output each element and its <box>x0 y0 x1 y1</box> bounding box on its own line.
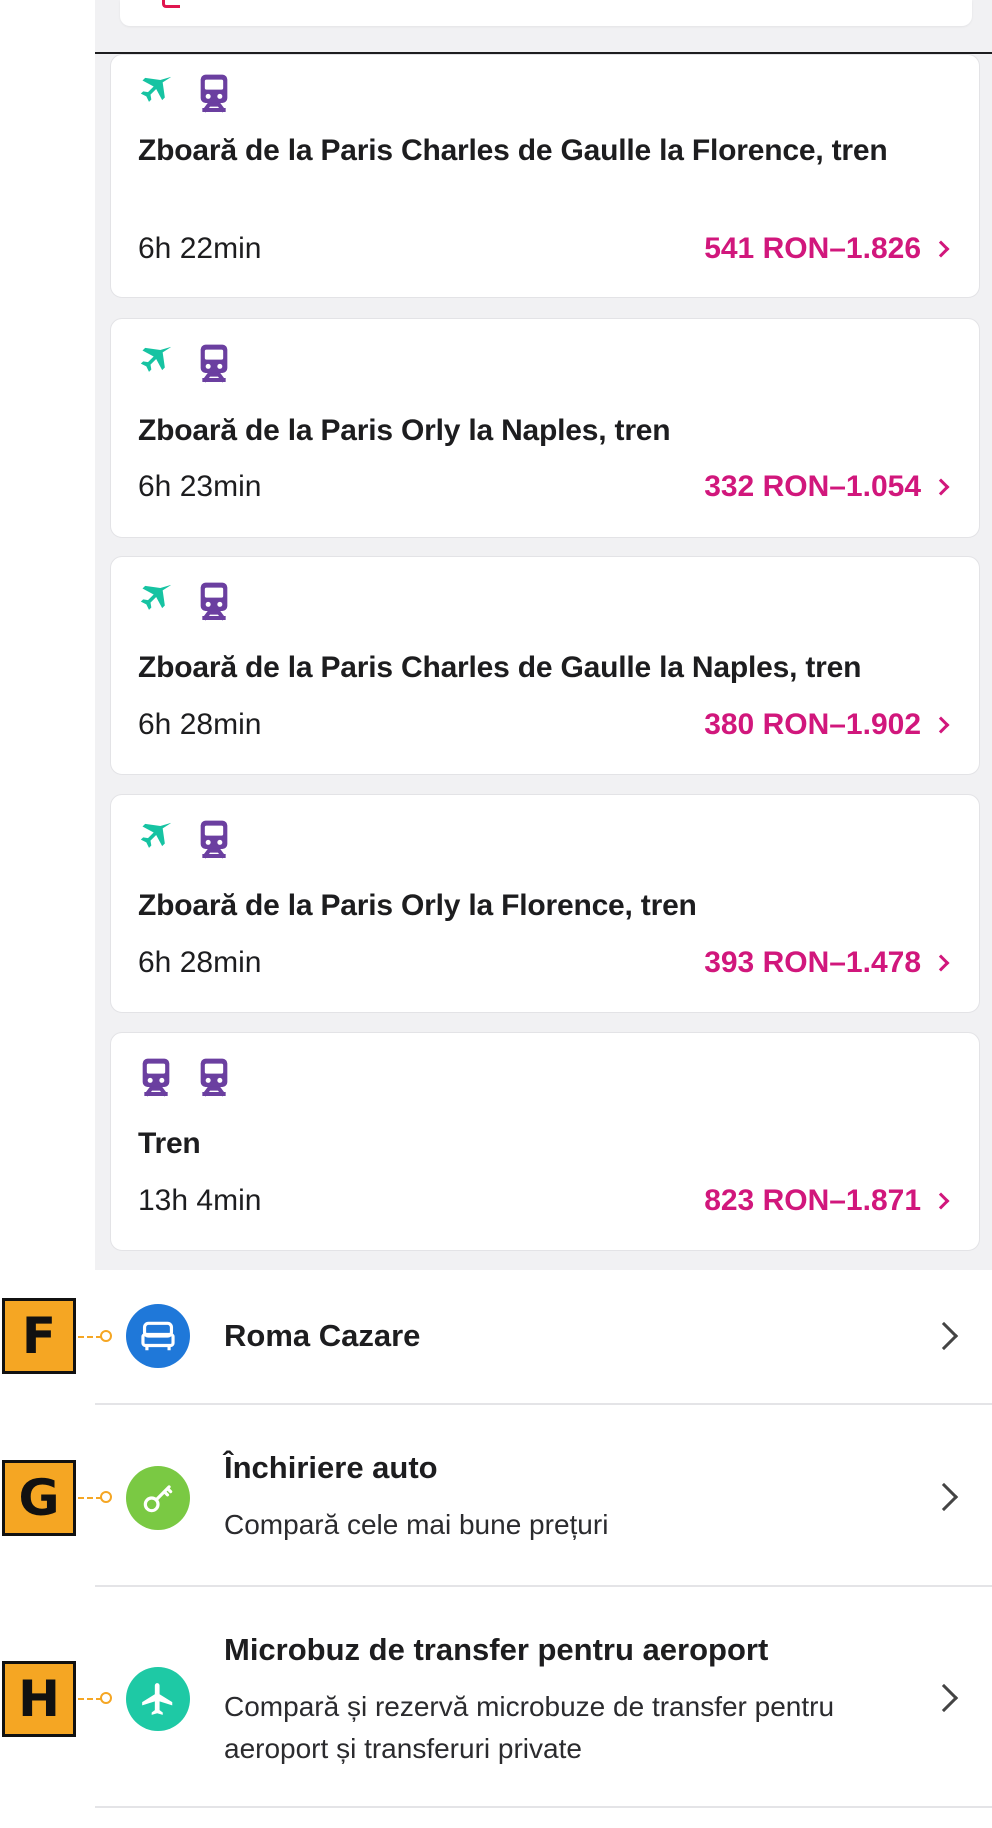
plane-icon <box>136 817 176 866</box>
row-divider <box>95 1806 992 1808</box>
route-duration: 6h 22min <box>138 232 262 265</box>
annotation-badge-f: F <box>2 1298 76 1374</box>
chevron-right-icon <box>932 716 950 734</box>
price-range: 541 RON–1.826 <box>704 232 921 265</box>
route-title: Zboară de la Paris Orly la Naples, tren <box>138 414 671 447</box>
train-icon <box>194 1055 234 1104</box>
chevron-right-icon <box>932 478 950 496</box>
annotation-dot <box>100 1491 112 1503</box>
route-card[interactable]: Zboară de la Paris Orly la Florence, tre… <box>110 794 980 1013</box>
price-range: 393 RON–1.478 <box>704 946 921 979</box>
service-title: Microbuz de transfer pentru aeroport <box>224 1632 769 1667</box>
service-title: Închiriere auto <box>224 1450 438 1485</box>
route-duration: 13h 4min <box>138 1184 262 1217</box>
route-price[interactable]: 823 RON–1.871 <box>704 1183 950 1219</box>
route-title: Zboară de la Paris Charles de Gaulle la … <box>138 134 888 167</box>
annotation-connector <box>78 1497 102 1499</box>
service-title: Roma Cazare <box>224 1318 421 1353</box>
key-icon <box>126 1466 190 1530</box>
annotation-connector <box>78 1698 102 1700</box>
train-icon <box>136 1055 176 1104</box>
price-range: 332 RON–1.054 <box>704 470 921 503</box>
train-icon <box>194 579 234 628</box>
route-duration: 6h 23min <box>138 470 262 503</box>
chevron-right-icon <box>932 1192 950 1210</box>
annotation-connector <box>78 1336 102 1338</box>
annotation-badge-g: G <box>2 1460 76 1536</box>
route-price[interactable]: 380 RON–1.902 <box>704 707 950 743</box>
service-subtitle: Compară și rezervă microbuze de transfer… <box>224 1691 835 1764</box>
route-duration: 6h 28min <box>138 708 262 741</box>
previous-card-bottom[interactable] <box>120 0 972 26</box>
route-duration: 6h 28min <box>138 946 262 979</box>
route-title: Zboară de la Paris Orly la Florence, tre… <box>138 889 697 922</box>
route-mode-icons <box>136 341 234 390</box>
bed-icon <box>126 1304 190 1368</box>
plane-icon <box>136 341 176 390</box>
route-card[interactable]: Zboară de la Paris Charles de Gaulle la … <box>110 556 980 775</box>
route-card[interactable]: Tren 13h 4min 823 RON–1.871 <box>110 1032 980 1251</box>
plane-icon <box>126 1667 190 1731</box>
route-card[interactable]: Zboară de la Paris Charles de Gaulle la … <box>110 54 980 298</box>
service-subtitle: Compară cele mai bune prețuri <box>224 1509 609 1540</box>
red-accent-mark <box>162 0 180 8</box>
plane-icon <box>136 579 176 628</box>
route-price[interactable]: 393 RON–1.478 <box>704 945 950 981</box>
train-icon <box>194 71 234 120</box>
route-price[interactable]: 332 RON–1.054 <box>704 469 950 505</box>
route-title: Zboară de la Paris Charles de Gaulle la … <box>138 651 862 684</box>
plane-icon <box>136 71 176 120</box>
route-mode-icons <box>136 579 234 628</box>
chevron-right-icon <box>932 954 950 972</box>
price-range: 823 RON–1.871 <box>704 1184 921 1217</box>
route-price[interactable]: 541 RON–1.826 <box>704 231 950 267</box>
train-icon <box>194 817 234 866</box>
route-mode-icons <box>136 71 234 120</box>
price-range: 380 RON–1.902 <box>704 708 921 741</box>
train-icon <box>194 341 234 390</box>
service-row-car-rental[interactable] <box>95 1405 992 1586</box>
annotation-dot <box>100 1330 112 1342</box>
route-card[interactable]: Zboară de la Paris Orly la Naples, tren … <box>110 318 980 538</box>
route-mode-icons <box>136 817 234 866</box>
route-mode-icons <box>136 1055 234 1104</box>
annotation-badge-h: H <box>2 1661 76 1737</box>
route-title: Tren <box>138 1127 201 1160</box>
annotation-dot <box>100 1692 112 1704</box>
chevron-right-icon <box>932 240 950 258</box>
